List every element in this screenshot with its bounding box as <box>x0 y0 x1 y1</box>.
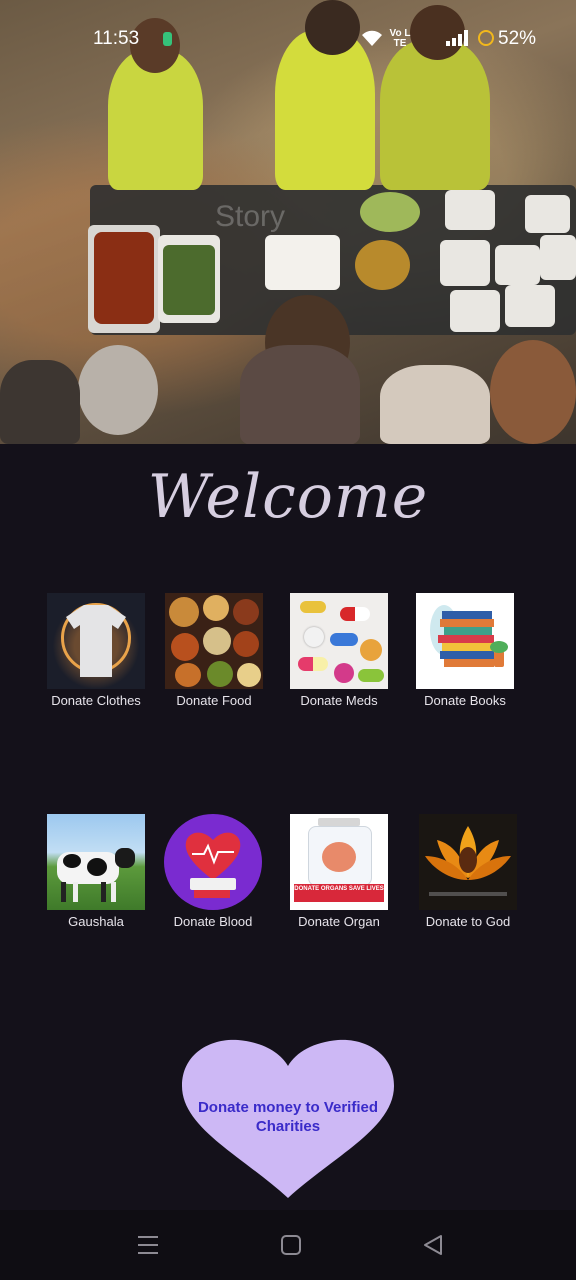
books-stack-image-icon <box>416 593 514 689</box>
donate-money-heart-button[interactable]: Donate money to Verified Charities <box>182 1038 394 1198</box>
lotus-deity-image-icon <box>419 814 517 910</box>
donate-money-label: Donate money to Verified Charities <box>197 1099 379 1135</box>
cow-image-icon <box>47 814 145 910</box>
tile-label: Donate Clothes <box>51 693 141 708</box>
tile-label: Donate Blood <box>173 914 253 929</box>
donate-to-god-tile[interactable]: Donate to God <box>419 814 517 929</box>
food-dishes-image-icon <box>165 593 263 689</box>
tile-label: Donate Books <box>424 693 506 708</box>
tile-label: Donate Food <box>176 693 252 708</box>
watermark: Story <box>215 200 286 233</box>
home-square-icon[interactable] <box>271 1228 311 1262</box>
tshirt-image-icon <box>47 593 145 689</box>
location-indicator-icon <box>163 32 172 46</box>
wifi-icon <box>360 28 384 54</box>
tile-label: Gaushala <box>68 914 124 929</box>
menu-icon[interactable] <box>128 1228 168 1262</box>
organ-caption: DONATE ORGANS SAVE LIVES <box>294 886 384 892</box>
battery-percent: 52% <box>498 28 537 49</box>
tile-label: Donate to God <box>425 914 511 929</box>
donate-food-tile[interactable]: Donate Food <box>165 593 263 708</box>
donate-meds-tile[interactable]: Donate Meds <box>290 593 388 708</box>
tile-label: Donate Meds <box>300 693 378 708</box>
person-grey-hair <box>78 345 158 435</box>
donate-clothes-tile[interactable]: Donate Clothes <box>47 593 145 708</box>
battery-saver-icon <box>478 30 494 46</box>
organ-jar-image-icon: DONATE ORGANS SAVE LIVES <box>290 814 388 910</box>
blood-heart-image-icon <box>164 814 262 910</box>
tile-label: Donate Organ <box>298 914 380 929</box>
donate-books-tile[interactable]: Donate Books <box>416 593 514 708</box>
donate-organ-tile[interactable]: DONATE ORGANS SAVE LIVES Donate Organ <box>290 814 388 929</box>
welcome-title: Welcome <box>147 462 429 532</box>
back-triangle-icon[interactable] <box>413 1228 453 1262</box>
status-time: 11:53 <box>93 28 140 49</box>
donate-blood-tile[interactable]: Donate Blood <box>164 814 262 929</box>
gaushala-tile[interactable]: Gaushala <box>47 814 145 929</box>
pills-image-icon <box>290 593 388 689</box>
cellular-signal-icon <box>446 30 468 46</box>
status-bar: 11:53 Vo LTE 52% <box>0 0 576 76</box>
volte-label: Vo LTE <box>389 28 411 49</box>
